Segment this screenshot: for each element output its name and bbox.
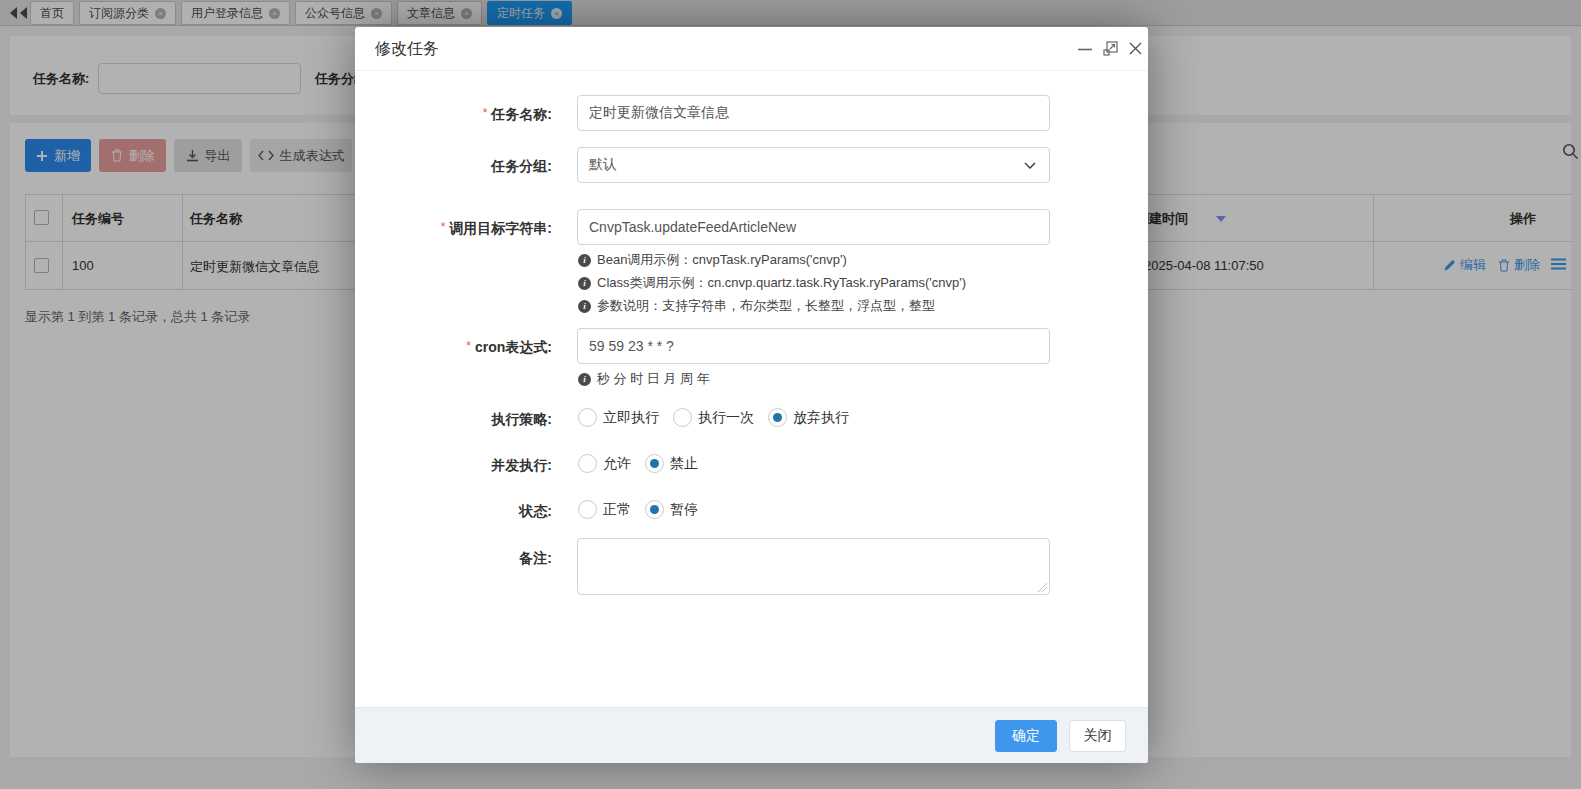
invoke-hint-params: i参数说明：支持字符串，布尔类型，长整型，浮点型，整型: [578, 297, 935, 315]
invoke-target-label: *调用目标字符串:: [355, 220, 552, 238]
radio-icon: [673, 408, 692, 427]
invoke-target-input[interactable]: CnvpTask.updateFeedArticleNew: [577, 209, 1050, 245]
chevron-down-icon: [1024, 162, 1036, 169]
job-group-label: 任务分组:: [355, 158, 552, 176]
info-icon: i: [578, 373, 591, 386]
remark-label: 备注:: [355, 550, 552, 568]
cron-label: *cron表达式:: [355, 339, 552, 357]
radio-option-allow[interactable]: 允许: [578, 454, 631, 473]
remark-textarea[interactable]: [577, 538, 1050, 595]
cron-input[interactable]: 59 59 23 * * ?: [577, 328, 1050, 364]
radio-option-once[interactable]: 执行一次: [673, 408, 754, 427]
info-icon: i: [578, 254, 591, 267]
radio-icon: [578, 500, 597, 519]
dialog-title: 修改任务: [375, 27, 439, 71]
misfire-policy-radio-group: 立即执行 执行一次 放弃执行: [578, 408, 863, 427]
resize-handle-icon: [1038, 583, 1047, 592]
edit-task-dialog: 修改任务 *任务名称: 定时更新微信文章信息 任务分组: 默认: [355, 27, 1148, 763]
job-name-input[interactable]: 定时更新微信文章信息: [577, 95, 1050, 131]
invoke-hint-bean: iBean调用示例：cnvpTask.ryParams('cnvp'): [578, 251, 847, 269]
misfire-policy-label: 执行策略:: [355, 411, 552, 429]
job-group-select[interactable]: 默认: [577, 147, 1050, 183]
radio-checked-icon: [645, 454, 664, 473]
info-icon: i: [578, 300, 591, 313]
radio-icon: [578, 408, 597, 427]
radio-checked-icon: [768, 408, 787, 427]
radio-checked-icon: [645, 500, 664, 519]
radio-option-normal[interactable]: 正常: [578, 500, 631, 519]
minimize-icon[interactable]: [1078, 48, 1092, 51]
screen: 首页 订阅源分类× 用户登录信息× 公众号信息× 文章信息× 定时任务× 任务名…: [0, 0, 1581, 789]
status-label: 状态:: [355, 503, 552, 521]
info-icon: i: [578, 277, 591, 290]
radio-icon: [578, 454, 597, 473]
concurrent-label: 并发执行:: [355, 457, 552, 475]
invoke-hint-class: iClass类调用示例：cn.cnvp.quartz.task.RyTask.r…: [578, 274, 966, 292]
maximize-icon[interactable]: [1103, 41, 1118, 56]
status-radio-group: 正常 暂停: [578, 500, 712, 519]
cron-hint: i秒 分 时 日 月 周 年: [578, 370, 710, 388]
radio-option-forbid[interactable]: 禁止: [645, 454, 698, 473]
dialog-header: 修改任务: [355, 27, 1148, 71]
close-icon[interactable]: [1129, 42, 1142, 55]
concurrent-radio-group: 允许 禁止: [578, 454, 712, 473]
radio-option-abandon[interactable]: 放弃执行: [768, 408, 849, 427]
dialog-footer: 确定 关闭: [355, 707, 1148, 763]
radio-option-pause[interactable]: 暂停: [645, 500, 698, 519]
confirm-button[interactable]: 确定: [995, 720, 1057, 752]
close-button[interactable]: 关闭: [1069, 720, 1126, 752]
radio-option-immediate[interactable]: 立即执行: [578, 408, 659, 427]
job-name-label: *任务名称:: [355, 106, 552, 124]
